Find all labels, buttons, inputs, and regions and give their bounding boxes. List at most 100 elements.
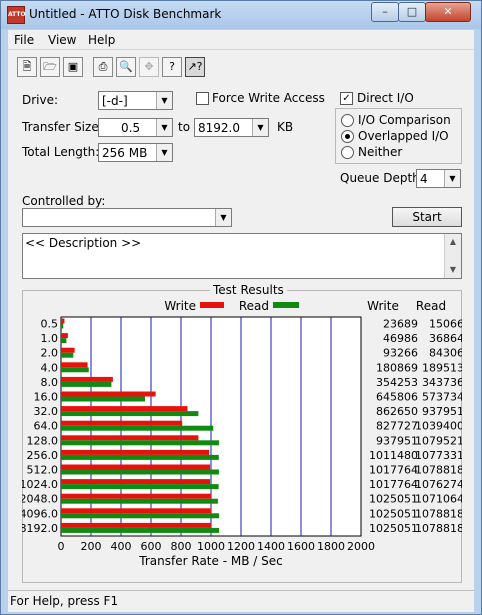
read-value: 15066 [429, 318, 462, 331]
transfer-size-from-select[interactable]: 0.5 ▼ [98, 118, 173, 137]
overlapped-io-label[interactable]: Overlapped I/O [358, 129, 449, 143]
write-bar [61, 347, 75, 353]
to-label: to [178, 120, 191, 134]
write-bar [61, 464, 211, 470]
read-value: 343736 [422, 376, 462, 389]
status-bar: For Help, press F1 [8, 590, 474, 612]
read-value: 189513 [422, 361, 462, 374]
read-value: 1077331 [415, 449, 462, 462]
write-value: 1017764 [369, 478, 418, 491]
read-column-header: Read [416, 299, 446, 313]
force-write-label[interactable]: Force Write Access [212, 91, 325, 105]
x-tick-label: 1600 [287, 540, 315, 553]
controlled-by-label: Controlled by: [22, 194, 106, 208]
chevron-down-icon[interactable]: ▼ [252, 119, 268, 136]
menu-file[interactable]: File [14, 33, 34, 47]
read-value: 1039400 [415, 420, 462, 433]
x-tick-label: 600 [141, 540, 162, 553]
scroll-up-icon[interactable]: ▲ [445, 234, 461, 250]
x-tick-label: 1800 [317, 540, 345, 553]
print-preview-icon[interactable]: 🔍 [116, 57, 136, 77]
scroll-down-icon[interactable]: ▼ [445, 262, 461, 278]
neither-radio[interactable] [341, 146, 354, 159]
atto-app-icon[interactable]: ATTO [7, 6, 26, 24]
drive-label: Drive: [22, 93, 59, 107]
category-label: 8192.0 [22, 522, 58, 535]
io-comparison-label[interactable]: I/O Comparison [358, 113, 451, 127]
read-bar [61, 484, 219, 490]
write-value: 93266 [383, 347, 418, 360]
write-value: 827727 [376, 420, 418, 433]
context-help-icon[interactable]: ↗? [185, 57, 205, 77]
move-icon[interactable]: ✥ [139, 57, 159, 77]
category-label: 512.0 [27, 464, 59, 477]
chevron-down-icon[interactable]: ▼ [215, 209, 231, 226]
write-bar [61, 420, 183, 426]
description-scrollbar[interactable]: ▲ ▼ [444, 234, 461, 278]
write-bar [61, 362, 88, 368]
write-bar [61, 376, 113, 382]
io-comparison-radio[interactable] [341, 114, 354, 127]
menu-help[interactable]: Help [88, 33, 115, 47]
test-results-title: Test Results [210, 283, 287, 297]
maximize-icon[interactable]: □ [398, 2, 426, 22]
chevron-down-icon[interactable]: ▼ [156, 144, 172, 161]
neither-label[interactable]: Neither [358, 145, 402, 159]
minimize-icon[interactable]: – [371, 2, 399, 22]
start-button[interactable]: Start [392, 207, 462, 227]
x-axis-label: Transfer Rate - MB / Sec [138, 554, 282, 568]
write-value: 1025051 [369, 493, 418, 506]
direct-io-checkbox[interactable]: ✓ [340, 92, 353, 105]
menu-bar: File View Help [8, 30, 474, 49]
menu-view[interactable]: View [48, 33, 76, 47]
chevron-down-icon[interactable]: ▼ [156, 92, 172, 109]
print-icon[interactable]: ⎙ [93, 57, 113, 77]
results-chart: Write Read Write Read 0.51.0 2.04.0 8.0 16.… [22, 299, 462, 568]
chevron-down-icon[interactable]: ▼ [156, 119, 172, 136]
save-icon[interactable]: ▣ [63, 57, 83, 77]
transfer-from-value: 0.5 [121, 121, 141, 135]
read-bar [61, 527, 220, 533]
value-table: 23689 15066 46986 36864 93266 84306 180869 1895… [369, 318, 462, 535]
category-label: 8.0 [41, 376, 59, 389]
chevron-down-icon[interactable]: ▼ [444, 170, 460, 187]
toolbar: 🗎 🗁 ▣ ⎙ 🔍 ✥ ? ↗? [8, 49, 474, 85]
queue-depth-value: 4 [420, 172, 428, 186]
category-label: 4096.0 [22, 507, 58, 520]
read-value: 937951 [422, 405, 462, 418]
controlled-by-select[interactable]: ▼ [22, 208, 232, 227]
x-tick-label: 0 [58, 540, 65, 553]
new-icon[interactable]: 🗎 [17, 57, 37, 77]
read-bar [61, 425, 214, 431]
read-bar [61, 338, 67, 344]
overlapped-io-radio[interactable] [341, 130, 354, 143]
category-label: 128.0 [27, 434, 59, 447]
force-write-checkbox[interactable] [196, 92, 209, 105]
drive-select[interactable]: [-d-] ▼ [98, 91, 173, 110]
total-length-value: 256 MB [102, 146, 148, 160]
x-tick-label: 200 [81, 540, 102, 553]
title-bar[interactable]: ATTO Untitled - ATTO Disk Benchmark – □ … [1, 1, 481, 29]
write-value: 1011480 [369, 449, 418, 462]
status-text: For Help, press F1 [10, 594, 119, 608]
legend-write-swatch [200, 302, 224, 308]
write-value: 937951 [376, 434, 418, 447]
write-value: 1025051 [369, 522, 418, 535]
read-bar [61, 498, 218, 504]
description-field[interactable]: << Description >> ▲ ▼ [22, 233, 462, 279]
legend-write-label: Write [164, 299, 196, 313]
category-label: 16.0 [34, 391, 59, 404]
total-length-select[interactable]: 256 MB ▼ [98, 143, 173, 162]
kb-label: KB [277, 120, 294, 134]
help-icon[interactable]: ? [162, 57, 182, 77]
main-window: ATTO Untitled - ATTO Disk Benchmark – □ … [0, 0, 482, 615]
write-bar [61, 493, 212, 499]
open-icon[interactable]: 🗁 [40, 57, 60, 77]
close-icon[interactable]: ✕ [425, 2, 471, 22]
transfer-size-to-select[interactable]: 8192.0 ▼ [194, 118, 269, 137]
write-bar [61, 333, 68, 339]
read-value: 1076274 [415, 478, 462, 491]
direct-io-label[interactable]: Direct I/O [357, 91, 414, 105]
queue-depth-select[interactable]: 4 ▼ [416, 169, 461, 188]
legend-read-swatch [273, 302, 299, 308]
